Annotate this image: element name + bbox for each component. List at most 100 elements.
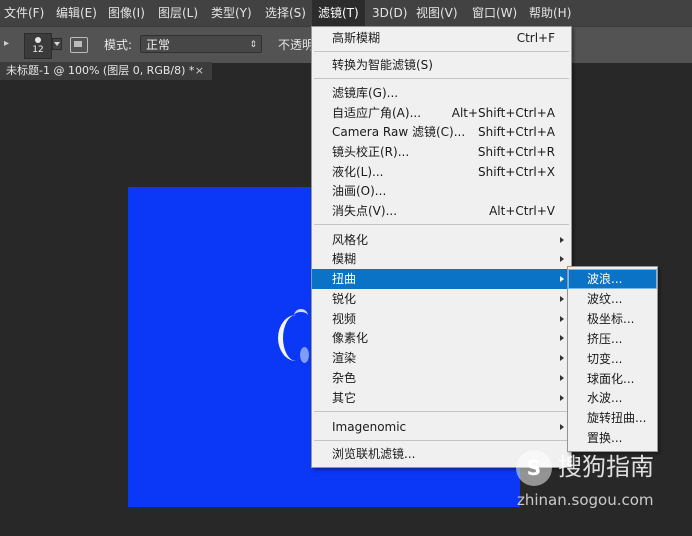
tool-preset-caret-icon[interactable]: ▸ <box>4 37 14 51</box>
submenu-item-spherize[interactable]: 球面化... <box>568 369 657 389</box>
menu-item-label: 其它 <box>332 391 357 405</box>
menu-item-label: 风格化 <box>332 233 369 247</box>
menu-item-label: 高斯模糊 <box>332 31 381 45</box>
menu-item-label: Imagenomic <box>332 420 407 434</box>
brush-panel-toggle-icon[interactable] <box>70 37 88 53</box>
submenu-item-displace[interactable]: 置换... <box>568 428 657 448</box>
menu-item-stylize[interactable]: 风格化 <box>312 230 571 250</box>
document-title: 未标题-1 @ 100% (图层 0, RGB/8) * <box>6 64 195 77</box>
menu-item-pixelate[interactable]: 像素化 <box>312 328 571 348</box>
menu-item-label: 镜头校正(R)... <box>332 145 410 159</box>
submenu-arrow-icon <box>560 296 564 302</box>
close-icon[interactable]: × <box>195 62 204 80</box>
submenu-arrow-icon <box>560 355 564 361</box>
menu-item-label: 扭曲 <box>332 272 357 286</box>
mode-value: 正常 <box>146 38 171 52</box>
menu-separator <box>314 411 569 412</box>
submenu-arrow-icon <box>560 256 564 262</box>
submenu-item-shear[interactable]: 切变... <box>568 349 657 369</box>
menu-item-distort[interactable]: 扭曲 <box>312 269 571 289</box>
submenu-item-twirl[interactable]: 旋转扭曲... <box>568 408 657 428</box>
light-highlight-shape <box>300 347 309 363</box>
submenu-item-pinch[interactable]: 挤压... <box>568 329 657 349</box>
mode-select[interactable]: 正常 ⇕ <box>140 35 262 53</box>
menu-type[interactable]: 类型(Y) <box>211 0 252 26</box>
menu-item-shortcut: Ctrl+F <box>516 31 555 45</box>
submenu-item-label: 切变... <box>587 352 623 366</box>
menu-item-noise[interactable]: 杂色 <box>312 368 571 388</box>
submenu-item-zigzag[interactable]: 水波... <box>568 388 657 408</box>
menu-item-label: 油画(O)... <box>332 184 387 198</box>
menu-file[interactable]: 文件(F) <box>4 0 44 26</box>
submenu-item-label: 波浪... <box>587 272 623 286</box>
submenu-item-label: 球面化... <box>587 372 635 386</box>
menu-item-filter-gallery[interactable]: 滤镜库(G)... <box>312 83 571 103</box>
mode-label: 模式: <box>104 38 133 52</box>
menu-edit[interactable]: 编辑(E) <box>56 0 97 26</box>
menu-item-other[interactable]: 其它 <box>312 388 571 408</box>
menu-item-label: 视频 <box>332 312 357 326</box>
brush-tip-icon <box>35 37 41 43</box>
submenu-arrow-icon <box>560 276 564 282</box>
menu-item-liquify[interactable]: 液化(L)... Shift+Ctrl+X <box>312 162 571 182</box>
menu-image[interactable]: 图像(I) <box>108 0 145 26</box>
filter-menu: 高斯模糊 Ctrl+F 转换为智能滤镜(S) 滤镜库(G)... 自适应广角(A… <box>311 26 572 468</box>
watermark-name: 搜狗指南 <box>558 453 654 481</box>
distort-submenu: 波浪... 波纹... 极坐标... 挤压... 切变... 球面化... 水波… <box>567 266 658 452</box>
submenu-arrow-icon <box>560 424 564 430</box>
menu-item-label: 锐化 <box>332 292 357 306</box>
menu-layer[interactable]: 图层(L) <box>158 0 198 26</box>
menu-select[interactable]: 选择(S) <box>265 0 306 26</box>
submenu-item-polar-coordinates[interactable]: 极坐标... <box>568 309 657 329</box>
submenu-arrow-icon <box>560 335 564 341</box>
menu-item-video[interactable]: 视频 <box>312 309 571 329</box>
brush-preset-picker[interactable]: 12 <box>24 33 52 59</box>
menu-item-sharpen[interactable]: 锐化 <box>312 289 571 309</box>
submenu-item-label: 波纹... <box>587 292 623 306</box>
submenu-item-label: 挤压... <box>587 332 623 346</box>
menu-item-gaussian-blur-last[interactable]: 高斯模糊 Ctrl+F <box>312 28 571 48</box>
menu-item-label: 自适应广角(A)... <box>332 106 422 120</box>
sogou-logo-glyph: S <box>526 456 542 480</box>
submenu-arrow-icon <box>560 237 564 243</box>
menu-item-shortcut: Shift+Ctrl+X <box>478 165 555 179</box>
submenu-item-ripple[interactable]: 波纹... <box>568 289 657 309</box>
menu-item-shortcut: Alt+Ctrl+V <box>489 204 555 218</box>
menu-item-label: 浏览联机滤镜... <box>332 447 416 461</box>
menu-window[interactable]: 窗口(W) <box>472 0 517 26</box>
submenu-arrow-icon <box>560 395 564 401</box>
menu-item-blur[interactable]: 模糊 <box>312 249 571 269</box>
menu-item-convert-smart-filter[interactable]: 转换为智能滤镜(S) <box>312 55 571 75</box>
document-tab[interactable]: 未标题-1 @ 100% (图层 0, RGB/8) * × <box>0 62 212 80</box>
menu-separator <box>314 78 569 79</box>
menu-separator <box>314 224 569 225</box>
menu-item-lens-correction[interactable]: 镜头校正(R)... Shift+Ctrl+R <box>312 142 571 162</box>
menu-item-adaptive-wide-angle[interactable]: 自适应广角(A)... Alt+Shift+Ctrl+A <box>312 103 571 123</box>
menu-item-oil-paint[interactable]: 油画(O)... <box>312 181 571 201</box>
menu-item-imagenomic[interactable]: Imagenomic <box>312 417 571 437</box>
menu-item-label: 杂色 <box>332 371 357 385</box>
menu-view[interactable]: 视图(V) <box>416 0 458 26</box>
menu-item-label: 模糊 <box>332 252 357 266</box>
menu-separator <box>314 440 569 441</box>
menu-item-label: 转换为智能滤镜(S) <box>332 58 433 72</box>
menu-item-label: 渲染 <box>332 351 357 365</box>
menu-item-camera-raw[interactable]: Camera Raw 滤镜(C)... Shift+Ctrl+A <box>312 122 571 142</box>
menu-3d[interactable]: 3D(D) <box>372 0 407 26</box>
submenu-arrow-icon <box>560 316 564 322</box>
sogou-logo-icon: S <box>516 450 552 486</box>
menu-separator <box>314 51 569 52</box>
menu-item-shortcut: Alt+Shift+Ctrl+A <box>451 106 555 120</box>
submenu-item-wave[interactable]: 波浪... <box>568 269 657 289</box>
white-swirl-stroke <box>294 309 308 323</box>
brush-dropdown-arrow-icon[interactable] <box>52 38 62 50</box>
menu-filter[interactable]: 滤镜(T) <box>312 0 365 26</box>
submenu-item-label: 水波... <box>587 391 623 405</box>
submenu-item-label: 旋转扭曲... <box>587 411 647 425</box>
menu-help[interactable]: 帮助(H) <box>529 0 571 26</box>
menu-item-vanishing-point[interactable]: 消失点(V)... Alt+Ctrl+V <box>312 201 571 221</box>
menu-item-render[interactable]: 渲染 <box>312 348 571 368</box>
submenu-item-label: 置换... <box>587 431 623 445</box>
submenu-arrow-icon <box>560 375 564 381</box>
menu-item-label: 消失点(V)... <box>332 204 398 218</box>
